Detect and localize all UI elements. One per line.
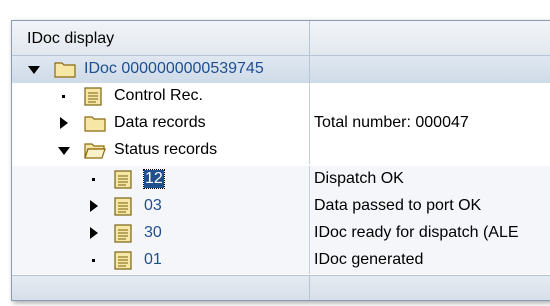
expand-icon[interactable]	[60, 117, 68, 129]
status-description: Dispatch OK	[314, 170, 404, 187]
leaf-bullet	[92, 259, 95, 262]
tree-row-status-records[interactable]: Status records	[12, 137, 550, 164]
leaf-bullet	[92, 178, 95, 181]
status-code: 30	[144, 224, 162, 241]
tree-row-control-rec[interactable]: Control Rec.	[12, 83, 550, 110]
document-icon	[114, 251, 132, 270]
tree-row-idoc[interactable]: IDoc 0000000000539745	[12, 56, 550, 83]
column-header-idoc-display[interactable]: IDoc display	[12, 21, 310, 55]
control-rec-label: Control Rec.	[114, 87, 203, 104]
idoc-number: IDoc 0000000000539745	[84, 60, 264, 77]
tree-row-data-records[interactable]: Data records Total number: 000047	[12, 110, 550, 137]
folder-icon	[54, 62, 76, 78]
document-icon	[114, 197, 132, 216]
status-code: 03	[144, 197, 162, 214]
document-icon	[114, 224, 132, 243]
document-icon	[114, 170, 132, 189]
document-icon	[84, 87, 102, 106]
expand-icon[interactable]	[90, 227, 98, 239]
tree-row-status-03[interactable]: 03 Data passed to port OK	[12, 193, 550, 220]
total-number-text: Total number: 000047	[314, 114, 469, 131]
leaf-bullet	[62, 95, 65, 98]
idoc-tree-panel: IDoc display IDoc 0000000000539745 Contr…	[11, 20, 550, 301]
tree-footer	[12, 275, 550, 300]
status-description: Data passed to port OK	[314, 197, 482, 214]
status-code: 01	[144, 251, 162, 268]
tree-row-status-01[interactable]: 01 IDoc generated	[12, 247, 550, 274]
tree-header: IDoc display	[12, 21, 550, 56]
status-records-label: Status records	[114, 141, 218, 158]
folder-open-icon	[84, 143, 106, 159]
expand-icon[interactable]	[90, 200, 98, 212]
tree-row-status-12[interactable]: 12 Dispatch OK	[12, 166, 550, 193]
status-code: 12	[143, 169, 165, 189]
collapse-icon[interactable]	[58, 147, 70, 155]
tree-row-status-30[interactable]: 30 IDoc ready for dispatch (ALE	[12, 220, 550, 247]
column-title: IDoc display	[27, 30, 115, 47]
data-records-label: Data records	[114, 114, 206, 131]
status-description: IDoc generated	[314, 251, 424, 268]
folder-icon	[84, 116, 106, 132]
status-description: IDoc ready for dispatch (ALE	[314, 224, 519, 241]
collapse-icon[interactable]	[28, 66, 40, 74]
